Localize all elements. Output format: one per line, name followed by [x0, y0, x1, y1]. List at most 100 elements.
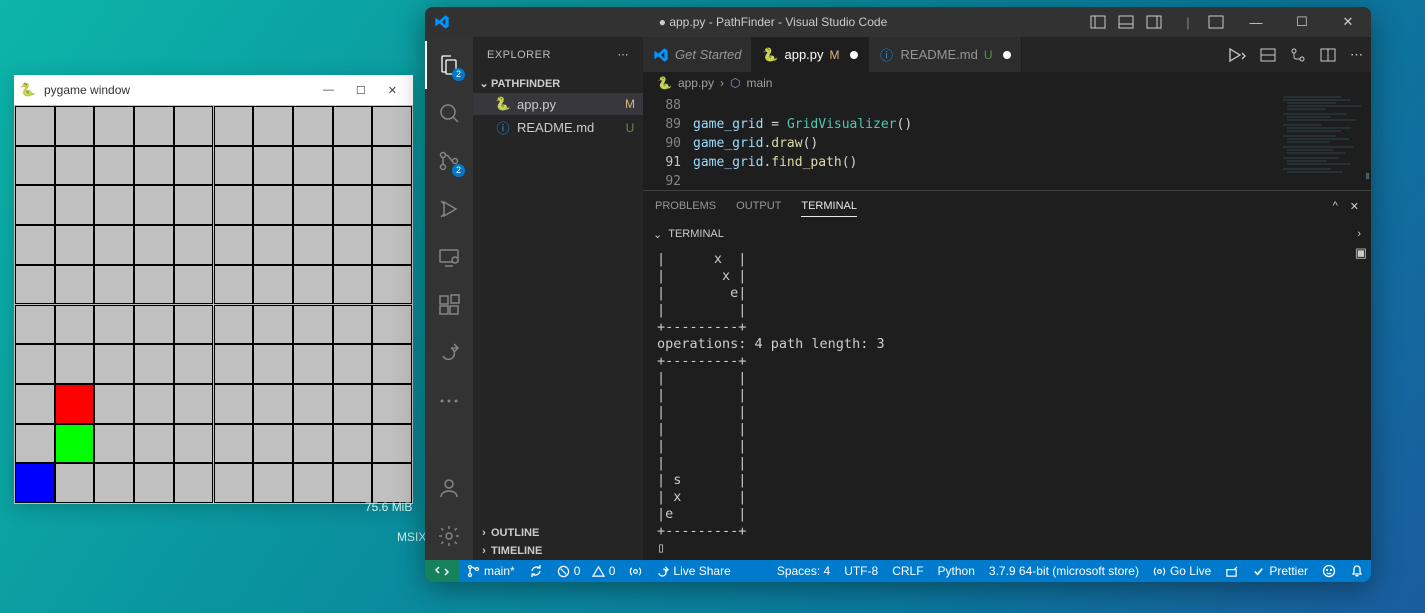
grid-cell[interactable]	[55, 265, 95, 305]
remote-button[interactable]	[425, 560, 459, 582]
terminal-output[interactable]: | x | | x | | e| | | +---------+ operati…	[643, 247, 1371, 560]
grid-cell[interactable]	[293, 225, 333, 265]
diff-button[interactable]	[1290, 47, 1306, 63]
interpreter-button[interactable]: 3.7.9 64-bit (microsoft store)	[982, 560, 1146, 582]
grid-cell[interactable]	[293, 106, 333, 146]
code-area[interactable]: game_grid = GridVisualizer() game_grid.d…	[693, 94, 1275, 190]
grid-cell[interactable]	[253, 305, 293, 345]
activity-liveshare[interactable]	[425, 329, 473, 377]
grid-cell[interactable]	[134, 106, 174, 146]
grid-cell[interactable]	[55, 344, 95, 384]
grid-cell[interactable]	[134, 384, 174, 424]
grid-cell[interactable]	[94, 384, 134, 424]
editor-tab[interactable]: ⓘREADME.mdU	[869, 37, 1022, 72]
grid-cell[interactable]	[253, 384, 293, 424]
grid-cell[interactable]	[55, 463, 95, 503]
grid-cell[interactable]	[174, 344, 214, 384]
grid-cell[interactable]	[333, 106, 373, 146]
grid-cell[interactable]	[214, 146, 254, 186]
grid-cell[interactable]	[174, 265, 214, 305]
project-section[interactable]: ⌄ PATHFINDER	[473, 74, 643, 93]
grid-cell[interactable]	[372, 185, 412, 225]
grid-cell[interactable]	[55, 146, 95, 186]
activity-debug[interactable]	[425, 185, 473, 233]
layout-button-1[interactable]	[1087, 11, 1109, 33]
grid-cell[interactable]	[333, 146, 373, 186]
grid-cell[interactable]	[253, 146, 293, 186]
grid-cell[interactable]	[214, 265, 254, 305]
editor-tab[interactable]: Get Started	[643, 37, 752, 72]
grid-cell[interactable]	[55, 225, 95, 265]
eol-button[interactable]: CRLF	[885, 560, 930, 582]
grid-cell[interactable]	[174, 424, 214, 464]
grid-cell[interactable]	[134, 146, 174, 186]
minimize-button[interactable]: —	[1233, 7, 1279, 37]
panel-tab-problems[interactable]: PROBLEMS	[655, 196, 716, 216]
problems-button[interactable]: 0 0	[550, 560, 623, 582]
grid-cell[interactable]	[293, 265, 333, 305]
activity-extensions[interactable]	[425, 281, 473, 329]
run-button[interactable]	[1228, 47, 1246, 63]
panel-close-icon[interactable]: ✕	[1350, 200, 1359, 213]
terminal-side-icon[interactable]: ▣	[1355, 245, 1367, 260]
split-right-button[interactable]	[1320, 47, 1336, 63]
notifications-button[interactable]	[1343, 560, 1371, 582]
grid-cell[interactable]	[15, 305, 55, 345]
grid-cell[interactable]	[372, 305, 412, 345]
close-button[interactable]: ✕	[388, 84, 397, 97]
grid-cell[interactable]	[174, 106, 214, 146]
branch-button[interactable]: main*	[459, 560, 522, 582]
grid-cell[interactable]	[333, 225, 373, 265]
timeline-section[interactable]: › TIMELINE	[473, 542, 643, 560]
grid-cell[interactable]	[293, 185, 333, 225]
grid-cell[interactable]	[94, 463, 134, 503]
breadcrumb[interactable]: 🐍 app.py › ⬡ main	[643, 72, 1371, 94]
panel-tab-terminal[interactable]: TERMINAL	[801, 196, 857, 217]
grid-cell[interactable]	[134, 185, 174, 225]
file-row[interactable]: ⓘREADME.mdU	[473, 115, 643, 140]
tab-more-icon[interactable]: ⋯	[1350, 47, 1363, 63]
prettier-button[interactable]: Prettier	[1245, 560, 1315, 582]
grid-cell[interactable]	[15, 463, 55, 503]
grid-cell[interactable]	[174, 185, 214, 225]
terminal-expand-icon[interactable]: ›	[1357, 228, 1361, 240]
layout-button-2[interactable]	[1115, 11, 1137, 33]
grid-cell[interactable]	[94, 305, 134, 345]
file-row[interactable]: 🐍app.pyM	[473, 93, 643, 115]
grid-cell[interactable]	[372, 344, 412, 384]
pygame-canvas[interactable]	[14, 105, 413, 504]
grid-cell[interactable]	[134, 463, 174, 503]
minimap[interactable]	[1275, 94, 1371, 190]
grid-cell[interactable]	[15, 225, 55, 265]
grid-cell[interactable]	[15, 424, 55, 464]
grid-cell[interactable]	[372, 265, 412, 305]
lang-button[interactable]: Python	[931, 560, 982, 582]
pygame-titlebar[interactable]: 🐍 pygame window — ☐ ✕	[14, 75, 413, 105]
layout-button-4[interactable]	[1205, 11, 1227, 33]
grid-cell[interactable]	[372, 384, 412, 424]
close-button[interactable]: ✕	[1325, 7, 1371, 37]
grid-cell[interactable]	[333, 384, 373, 424]
grid-cell[interactable]	[134, 265, 174, 305]
grid-cell[interactable]	[94, 106, 134, 146]
grid-cell[interactable]	[94, 344, 134, 384]
grid-cell[interactable]	[134, 225, 174, 265]
sync-button[interactable]	[522, 560, 550, 582]
panel-tab-output[interactable]: OUTPUT	[736, 196, 781, 216]
grid-cell[interactable]	[15, 265, 55, 305]
grid-cell[interactable]	[214, 344, 254, 384]
grid-cell[interactable]	[134, 305, 174, 345]
split-down-button[interactable]	[1260, 47, 1276, 63]
grid-cell[interactable]	[15, 344, 55, 384]
activity-search[interactable]	[425, 89, 473, 137]
grid-cell[interactable]	[293, 146, 333, 186]
grid-cell[interactable]	[293, 305, 333, 345]
editor-tab[interactable]: 🐍app.pyM	[752, 37, 868, 72]
maximize-button[interactable]: ☐	[356, 84, 366, 97]
grid-cell[interactable]	[15, 384, 55, 424]
panel-maximize-icon[interactable]: ^	[1333, 200, 1338, 213]
feedback-button[interactable]	[1315, 560, 1343, 582]
grid-cell[interactable]	[94, 225, 134, 265]
grid-cell[interactable]	[253, 106, 293, 146]
golive-button[interactable]: Go Live	[1146, 560, 1218, 582]
